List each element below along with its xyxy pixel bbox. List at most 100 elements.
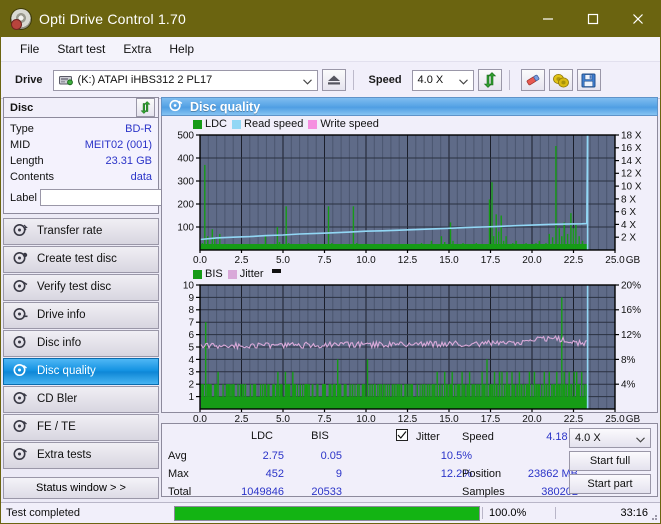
maximize-icon[interactable] bbox=[570, 1, 615, 37]
sidebar-item-label: Extra tests bbox=[37, 448, 92, 461]
disc-panel-title: Disc bbox=[10, 101, 34, 114]
disc-quality-header: Disc quality bbox=[161, 97, 658, 116]
stats-header-ldc: LDC bbox=[250, 430, 273, 442]
menu-item-start-test[interactable]: Start test bbox=[48, 39, 114, 59]
legend-item-write-speed: Write speed bbox=[308, 118, 379, 130]
app-window: Opti Drive Control 1.70 File Start test … bbox=[0, 0, 661, 524]
disc-row-mid: MID MEIT02 (001) bbox=[10, 137, 152, 153]
drive-value: (K:) ATAPI iHBS312 2 PL17 bbox=[77, 74, 213, 86]
svg-text:5: 5 bbox=[188, 342, 194, 353]
svg-text:12.5: 12.5 bbox=[398, 255, 418, 266]
chevron-down-icon bbox=[636, 434, 645, 446]
sidebar-item-create-test-disc[interactable]: Create test disc bbox=[3, 246, 159, 273]
svg-text:14 X: 14 X bbox=[621, 156, 642, 167]
svg-text:16 X: 16 X bbox=[621, 143, 642, 154]
stats-jitter-avg: 10.5% bbox=[440, 450, 472, 462]
legend-item-bis: BIS bbox=[193, 268, 223, 280]
stats-ldc-avg: 2.75 bbox=[262, 450, 284, 462]
disc-test-icon bbox=[13, 251, 28, 268]
sidebar-item-cd-bler[interactable]: CD Bler bbox=[3, 386, 159, 413]
sidebar-item-label: Transfer rate bbox=[37, 224, 103, 237]
disc-test-icon bbox=[13, 363, 28, 380]
svg-text:8 X: 8 X bbox=[621, 194, 636, 205]
speed-label: Speed bbox=[368, 74, 402, 86]
legend-label-bis: BIS bbox=[205, 268, 223, 280]
eject-button[interactable] bbox=[321, 69, 346, 91]
legend-label-ldc: LDC bbox=[205, 118, 228, 130]
sidebar-item-label: Verify test disc bbox=[37, 280, 112, 293]
start-full-button[interactable]: Start full bbox=[569, 451, 651, 471]
svg-text:7.5: 7.5 bbox=[318, 255, 332, 266]
legend-marker-dash bbox=[271, 268, 281, 273]
speed-value: 4.0 X bbox=[417, 74, 444, 86]
result-speed-select[interactable]: 4.0 X bbox=[569, 428, 651, 448]
stats-samples-value: 380202 bbox=[541, 486, 578, 498]
app-body: Disc Type BD-R MID MEIT02 (001) Length 2… bbox=[1, 97, 660, 523]
stats-speed-label: Speed bbox=[462, 431, 494, 443]
drive-select[interactable]: (K:) ATAPI iHBS312 2 PL17 bbox=[52, 69, 318, 91]
menu-item-file[interactable]: File bbox=[11, 39, 48, 59]
app-icon bbox=[11, 9, 31, 29]
sidebar-item-extra-tests[interactable]: Extra tests bbox=[3, 442, 159, 469]
jitter-checkbox-wrap[interactable] bbox=[396, 429, 408, 443]
legend-label-write-speed: Write speed bbox=[320, 118, 379, 130]
svg-text:20.0: 20.0 bbox=[522, 255, 542, 266]
result-speed-value: 4.0 X bbox=[575, 432, 601, 444]
svg-text:2.5: 2.5 bbox=[235, 255, 249, 266]
jitter-checkbox[interactable] bbox=[396, 429, 408, 441]
status-window-button[interactable]: Status window > > bbox=[3, 477, 159, 499]
stats-jitter-max: 12.2% bbox=[440, 468, 472, 480]
disc-quality-icon bbox=[169, 99, 183, 115]
svg-text:400: 400 bbox=[177, 153, 194, 164]
stats-row-total-label: Total bbox=[168, 486, 192, 498]
svg-text:15.0: 15.0 bbox=[439, 255, 459, 266]
start-part-button[interactable]: Start part bbox=[569, 474, 651, 494]
jitter-label: Jitter bbox=[416, 431, 440, 443]
legend-item-jitter: Jitter bbox=[227, 268, 264, 280]
drive-toolbar: Drive (K:) ATAPI iHBS312 2 PL17 Speed 4.… bbox=[1, 62, 660, 99]
svg-text:20%: 20% bbox=[621, 280, 641, 291]
svg-text:4: 4 bbox=[188, 355, 194, 366]
stats-position-label: Position bbox=[462, 468, 502, 480]
menu-item-extra[interactable]: Extra bbox=[114, 39, 160, 59]
close-icon[interactable] bbox=[615, 1, 660, 37]
disc-test-icon bbox=[13, 447, 28, 464]
svg-text:16%: 16% bbox=[621, 305, 641, 316]
bis-plot-area: 1 2 3 4 5 6 7 8 9 10 4% 8% 12% 16% 20% 0.0 2.5 5.0 7.5 10.0… bbox=[162, 280, 657, 427]
disc-refresh-button[interactable] bbox=[136, 98, 155, 117]
svg-text:2 X: 2 X bbox=[621, 233, 636, 244]
status-text: Test completed bbox=[6, 507, 80, 519]
disc-row-key: Length bbox=[10, 155, 44, 167]
elapsed-time: 33:16 bbox=[555, 507, 660, 519]
sidebar-item-drive-info[interactable]: Drive info bbox=[3, 302, 159, 329]
chevron-down-icon bbox=[302, 76, 312, 88]
sidebar-item-label: FE / TE bbox=[37, 420, 76, 433]
sidebar-item-fe-te[interactable]: FE / TE bbox=[3, 414, 159, 441]
resize-grip[interactable] bbox=[648, 511, 658, 521]
legend-swatch-bis bbox=[193, 269, 202, 279]
disc-info-panel: Type BD-R MID MEIT02 (001) Length 23.31 … bbox=[3, 117, 242, 214]
stats-ldc-max: 452 bbox=[265, 468, 284, 480]
coins-button[interactable] bbox=[548, 69, 573, 91]
page-title: Disc quality bbox=[190, 99, 261, 114]
disc-row-value: data bbox=[130, 171, 152, 183]
ldc-legend: LDC Read speed Write speed bbox=[162, 116, 657, 131]
minimize-icon[interactable] bbox=[525, 1, 570, 37]
sidebar-item-disc-quality[interactable]: Disc quality bbox=[3, 358, 159, 385]
refresh-button[interactable] bbox=[477, 69, 502, 91]
legend-label-jitter: Jitter bbox=[239, 268, 264, 280]
eraser-button[interactable] bbox=[520, 69, 545, 91]
stats-bis-avg: 0.05 bbox=[320, 450, 342, 462]
svg-text:22.5: 22.5 bbox=[564, 255, 584, 266]
sidebar-item-label: Disc quality bbox=[37, 364, 96, 377]
save-button[interactable] bbox=[576, 69, 601, 91]
sidebar-item-verify-test-disc[interactable]: Verify test disc bbox=[3, 274, 159, 301]
speed-select[interactable]: 4.0 X bbox=[411, 69, 474, 91]
disc-row-type: Type BD-R bbox=[10, 121, 152, 137]
sidebar-item-disc-info[interactable]: Disc info bbox=[3, 330, 159, 357]
svg-text:100: 100 bbox=[177, 222, 194, 233]
svg-text:200: 200 bbox=[177, 199, 194, 210]
menu-item-help[interactable]: Help bbox=[160, 39, 203, 59]
sidebar-item-transfer-rate[interactable]: Transfer rate bbox=[3, 218, 159, 245]
disc-row-key: Type bbox=[10, 123, 34, 135]
